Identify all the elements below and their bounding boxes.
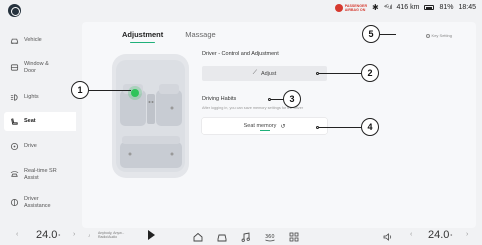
temp-left-degree: ° (58, 234, 61, 240)
status-bar: PASSENGER AIRBAG ON ✱ ⁴ᴳ.ıl 416 km 81% 18… (0, 0, 482, 22)
temp-left[interactable]: 24.0 ° (36, 229, 60, 241)
sidebar-item-label: Driver Assistance (24, 196, 51, 209)
temp-right-degree: ° (450, 234, 453, 240)
seat-icon (10, 117, 19, 126)
svg-text:360: 360 (265, 234, 275, 240)
play-icon[interactable] (148, 230, 155, 240)
settings-sidebar: Vehicle Window & Door Lights Seat Drive … (0, 22, 76, 228)
passenger-airbag-indicator: PASSENGER AIRBAG ON (334, 3, 367, 12)
light-icon (10, 93, 19, 102)
temp-left-increase[interactable]: › (73, 231, 75, 238)
callout-4: 4 (361, 118, 379, 136)
sidebar-item-label: Drive (24, 143, 37, 150)
sidebar-item-drive[interactable]: Drive (10, 142, 72, 151)
callout-2-leader (319, 73, 361, 74)
airbag-label-line2: AIRBAG ON (344, 7, 366, 12)
tab-bar: Adjustment Massage (122, 30, 216, 43)
callout-2: 2 (361, 64, 379, 82)
volume-icon[interactable] (382, 230, 394, 242)
media-source-icon: ♪ (88, 233, 91, 239)
sidebar-item-seat[interactable]: Seat (4, 112, 76, 131)
driver-section-title: Driver - Control and Adjustment (202, 51, 279, 57)
bluetooth-icon: ✱ (372, 3, 379, 12)
temp-left-decrease[interactable]: ‹ (16, 231, 18, 238)
battery-percent: 81% (439, 4, 454, 11)
tab-adjustment[interactable]: Adjustment (122, 30, 163, 43)
sidebar-item-sr-assist[interactable]: Real-time SR Assist (10, 168, 72, 181)
battery-icon (424, 5, 435, 10)
clock: 18:45 (458, 4, 476, 11)
steering-icon (10, 142, 19, 151)
app-logo-icon[interactable] (8, 4, 21, 17)
sidebar-item-label: Real-time SR Assist (24, 168, 57, 181)
key-setting-label: Key Setting (431, 33, 452, 38)
now-playing[interactable]: Anybody, Anyw... Radio/Audio (98, 231, 124, 239)
tab-massage[interactable]: Massage (185, 30, 215, 39)
passenger-seat (156, 90, 182, 126)
vehicle-control-icon[interactable] (216, 230, 228, 242)
driver-assist-icon (10, 198, 19, 207)
undo-arrow-icon: ↺ (280, 123, 286, 130)
music-icon[interactable] (240, 230, 252, 242)
temp-right-increase[interactable]: › (466, 231, 468, 238)
camera-360-icon[interactable]: 360 (264, 230, 276, 242)
selected-seat-indicator[interactable] (131, 89, 139, 97)
sidebar-item-label: Vehicle (24, 37, 42, 44)
status-indicators: PASSENGER AIRBAG ON ✱ ⁴ᴳ.ıl 416 km 81% 18… (334, 3, 476, 12)
seat-memory-label: Seat memory (243, 123, 277, 129)
sidebar-item-label: Lights (24, 94, 39, 101)
callout-4-leader (319, 127, 361, 128)
sidebar-item-vehicle[interactable]: Vehicle (10, 36, 72, 45)
callout-3: 3 (283, 90, 301, 108)
temp-right-decrease[interactable]: ‹ (410, 231, 412, 238)
signal-icon: ⁴ᴳ.ıl (383, 4, 392, 11)
temp-right-value: 24.0 (428, 229, 450, 241)
airbag-icon (334, 3, 343, 12)
temp-right[interactable]: 24.0 ° (428, 229, 452, 241)
apps-grid-icon[interactable] (288, 230, 300, 242)
key-setting-link[interactable]: Key Setting (425, 33, 452, 38)
sidebar-item-label: Window & Door (24, 61, 49, 74)
habits-section-title: Driving Habits (202, 96, 237, 102)
car-icon (10, 36, 19, 45)
seat-memory-button[interactable]: Seat memory ↺ (202, 118, 327, 134)
adjust-button-label: Adjust (260, 70, 277, 77)
adjust-button[interactable]: ⟋ Adjust (202, 66, 327, 81)
sr-assist-icon (10, 170, 19, 179)
sidebar-item-driver-assistance[interactable]: Driver Assistance (10, 196, 72, 209)
home-icon[interactable] (192, 230, 204, 242)
temp-left-value: 24.0 (36, 229, 58, 241)
callout-1: 1 (71, 81, 89, 99)
callout-5-leader (380, 34, 396, 35)
sidebar-item-window-door[interactable]: Window & Door (10, 61, 72, 74)
sidebar-item-lights[interactable]: Lights (10, 93, 72, 102)
key-setting-icon (425, 33, 430, 38)
seat-settings-panel: Adjustment Massage Key Setting Driver - … (82, 22, 476, 228)
callout-3-leader (271, 99, 283, 100)
track-source: Radio/Audio (98, 235, 118, 239)
sidebar-item-label: Seat (24, 118, 36, 125)
active-underline (259, 129, 270, 131)
callout-5: 5 (362, 25, 380, 43)
callout-1-leader (89, 90, 131, 91)
adjust-seat-icon: ⟋ (252, 70, 257, 76)
climate-media-bar: ‹ 24.0 ° › ♪ Anybody, Anyw... Radio/Audio… (0, 228, 482, 245)
seat-layout-diagram (108, 52, 193, 180)
window-icon (10, 63, 19, 72)
range-text: 416 km (396, 4, 420, 11)
